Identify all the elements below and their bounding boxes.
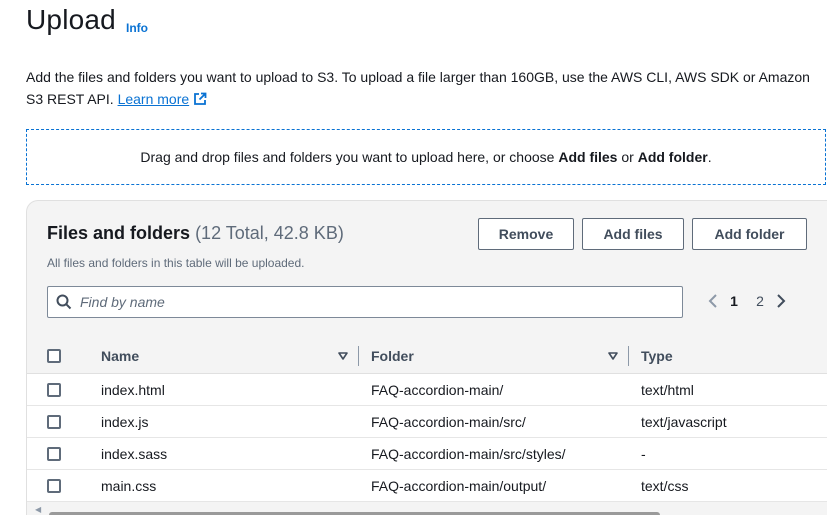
column-folder: Folder bbox=[371, 345, 641, 366]
column-type-label: Type bbox=[641, 347, 673, 364]
dropzone-text: Drag and drop files and folders you want… bbox=[140, 149, 711, 165]
row-checkbox[interactable] bbox=[47, 382, 61, 397]
learn-more-label: Learn more bbox=[117, 91, 190, 107]
external-link-icon bbox=[193, 90, 207, 112]
caret-down-icon[interactable] bbox=[338, 351, 348, 360]
column-name-label: Name bbox=[101, 347, 140, 364]
remove-button[interactable]: Remove bbox=[478, 218, 574, 250]
files-and-folders-panel: Files and folders (12 Total, 42.8 KB) Al… bbox=[26, 200, 827, 515]
cell-folder: FAQ-accordion-main/src/styles/ bbox=[371, 445, 566, 462]
cell-type: - bbox=[641, 445, 646, 462]
table-header: Name Folder Type bbox=[27, 338, 827, 374]
cell-name: index.html bbox=[101, 381, 165, 398]
dropzone-add-folder-text: Add folder bbox=[637, 149, 708, 165]
row-checkbox[interactable] bbox=[47, 478, 61, 493]
panel-title: Files and folders (12 Total, 42.8 KB) bbox=[47, 223, 344, 244]
info-link[interactable]: Info bbox=[126, 21, 148, 35]
cell-type: text/html bbox=[641, 381, 694, 398]
cell-folder: FAQ-accordion-main/src/ bbox=[371, 413, 526, 430]
cell-folder: FAQ-accordion-main/ bbox=[371, 381, 504, 398]
horizontal-scrollbar[interactable]: ◀ bbox=[27, 503, 827, 515]
dropzone-add-files-text: Add files bbox=[558, 149, 618, 165]
page-1-button[interactable]: 1 bbox=[721, 293, 747, 309]
row-checkbox[interactable] bbox=[47, 414, 61, 429]
page-title: Upload bbox=[26, 4, 116, 35]
chevron-right-icon[interactable] bbox=[773, 293, 789, 309]
cell-type: text/css bbox=[641, 477, 689, 494]
select-all-cell bbox=[27, 348, 101, 363]
page-2-button[interactable]: 2 bbox=[747, 293, 773, 309]
cell-folder: FAQ-accordion-main/output/ bbox=[371, 477, 547, 494]
cell-name: index.js bbox=[101, 413, 149, 430]
pagination: 1 2 bbox=[705, 293, 789, 309]
select-all-checkbox[interactable] bbox=[47, 348, 61, 363]
table-row: index.js FAQ-accordion-main/src/ text/ja… bbox=[27, 406, 827, 438]
cell-name: main.css bbox=[101, 477, 157, 494]
cell-name: index.sass bbox=[101, 445, 168, 462]
column-folder-label: Folder bbox=[371, 347, 414, 364]
column-divider[interactable] bbox=[358, 345, 359, 366]
caret-down-icon[interactable] bbox=[608, 351, 618, 360]
panel-count: (12 Total, 42.8 KB) bbox=[195, 223, 344, 243]
column-divider[interactable] bbox=[628, 345, 629, 366]
column-type: Type bbox=[641, 348, 827, 364]
search-input[interactable] bbox=[80, 294, 640, 310]
learn-more-link[interactable]: Learn more bbox=[118, 91, 208, 107]
page-description: Add the files and folders you want to up… bbox=[26, 66, 826, 112]
table-row: index.html FAQ-accordion-main/ text/html bbox=[27, 374, 827, 406]
dropzone-suffix: . bbox=[707, 149, 712, 165]
upload-dropzone[interactable]: Drag and drop files and folders you want… bbox=[26, 129, 826, 185]
search-field[interactable] bbox=[47, 286, 683, 318]
dropzone-prefix: Drag and drop files and folders you want… bbox=[140, 149, 559, 165]
add-folder-button[interactable]: Add folder bbox=[692, 218, 807, 250]
column-name: Name bbox=[101, 345, 371, 366]
scroll-left-icon[interactable]: ◀ bbox=[35, 505, 41, 514]
dropzone-middle: or bbox=[617, 149, 638, 165]
cell-type: text/javascript bbox=[641, 413, 727, 430]
files-table: Name Folder Type index.html FAQ-accordio… bbox=[27, 338, 827, 502]
chevron-left-icon[interactable] bbox=[705, 293, 721, 309]
panel-title-text: Files and folders bbox=[47, 223, 191, 243]
add-files-button[interactable]: Add files bbox=[582, 218, 684, 250]
table-row: index.sass FAQ-accordion-main/src/styles… bbox=[27, 438, 827, 470]
row-checkbox[interactable] bbox=[47, 446, 61, 461]
table-row: main.css FAQ-accordion-main/output/ text… bbox=[27, 470, 827, 502]
panel-subtitle: All files and folders in this table will… bbox=[47, 256, 305, 270]
search-icon bbox=[56, 294, 72, 310]
